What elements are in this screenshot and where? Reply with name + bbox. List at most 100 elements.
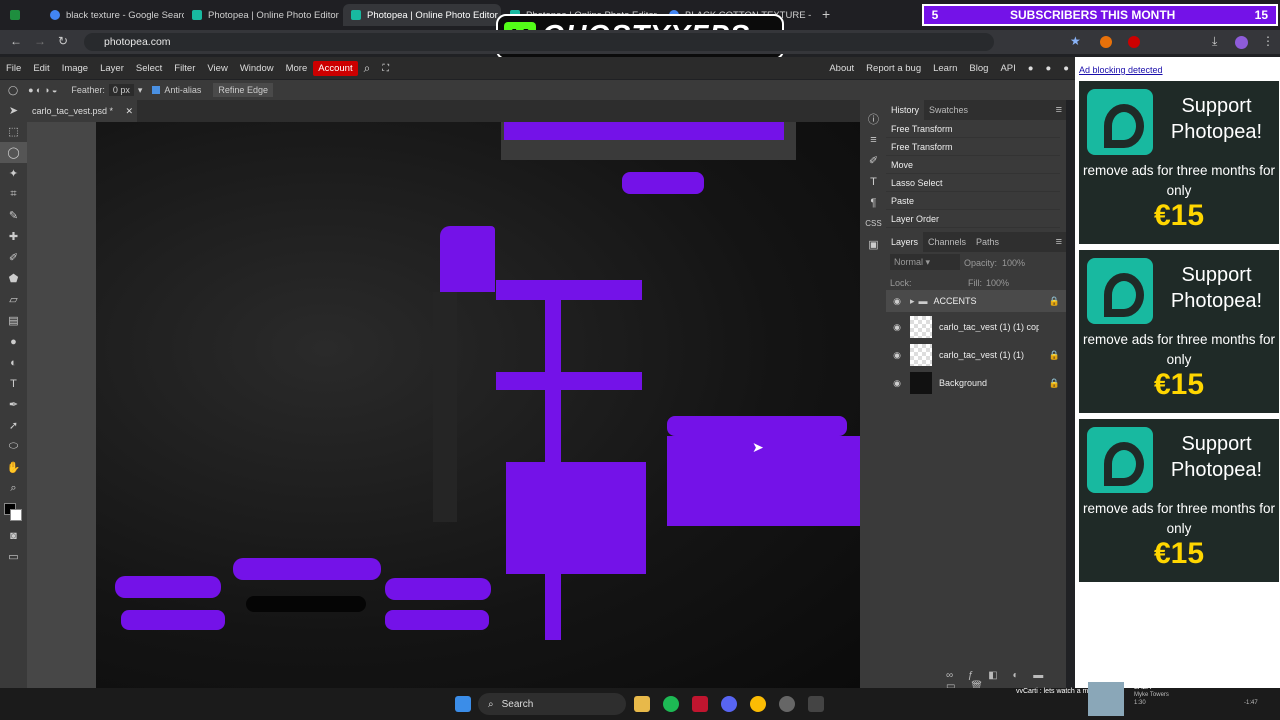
menu-layer[interactable]: Layer [94, 63, 130, 74]
layer-row[interactable]: ◉ ▸ ▬ ACCENTS 🔒 [886, 290, 1066, 312]
blur-icon[interactable]: ● [0, 331, 27, 352]
stamp-icon[interactable]: ⬟ [0, 268, 27, 289]
layer-row[interactable]: ◉ Background 🔒 [886, 369, 1066, 397]
chevron-down-icon[interactable]: ▾ [138, 85, 143, 96]
document-tab[interactable]: carlo_tac_vest.psd * ✕ [27, 100, 137, 122]
dodge-icon[interactable]: ◐ [0, 352, 27, 373]
menu-select[interactable]: Select [130, 63, 168, 74]
star-icon[interactable]: ★ [1070, 34, 1081, 48]
history-item[interactable]: Move [886, 156, 1060, 174]
ad-card[interactable]: Support Photopea! remove ads for three m… [1079, 81, 1279, 244]
paragraph-icon[interactable]: ¶ [860, 192, 887, 213]
facebook-icon[interactable]: ● [1057, 63, 1075, 74]
spotify-icon[interactable] [663, 696, 679, 712]
antialias-checkbox[interactable] [152, 86, 161, 94]
file-explorer-icon[interactable] [634, 696, 650, 712]
menu-edit[interactable]: Edit [27, 63, 55, 74]
link-api[interactable]: API [994, 63, 1021, 74]
link-blog[interactable]: Blog [963, 63, 994, 74]
url-field[interactable]: photopea.com [84, 33, 994, 51]
screen-mode-icon[interactable]: ▭ [0, 546, 27, 567]
windows-start-icon[interactable] [455, 696, 471, 712]
menu-view[interactable]: View [201, 63, 233, 74]
image-icon[interactable]: ▣ [860, 234, 887, 255]
obs-icon[interactable] [779, 696, 795, 712]
feather-input[interactable]: 0 px [108, 84, 134, 96]
hand-tool-icon[interactable]: ✋ [0, 457, 27, 478]
menu-filter[interactable]: Filter [168, 63, 201, 74]
close-icon[interactable]: ✕ [125, 106, 133, 117]
opacity-input[interactable]: 100% [1002, 258, 1025, 268]
avatar[interactable] [1235, 36, 1248, 49]
link-about[interactable]: About [823, 63, 860, 74]
selection-mode-icon[interactable]: ● ◐ ◑ ◒ [28, 85, 57, 95]
pen-tool-icon[interactable]: ✒ [0, 394, 27, 415]
tab-0[interactable] [2, 4, 42, 26]
refine-edge-button[interactable]: Refine Edge [213, 83, 273, 97]
brush-icon[interactable]: ✐ [0, 247, 27, 268]
account-button[interactable]: Account [313, 60, 358, 76]
color-swatches[interactable] [0, 499, 27, 525]
menu-file[interactable]: File [0, 63, 27, 74]
shape-tool-icon[interactable]: ⬭ [0, 436, 27, 457]
back-icon[interactable]: ← [10, 34, 22, 48]
quick-mask-icon[interactable]: ◙ [0, 525, 27, 546]
blend-mode-select[interactable]: Normal ▾ [890, 254, 960, 270]
ad-blocking-link[interactable]: Ad blocking detected [1079, 65, 1163, 75]
type-tool-icon[interactable]: T [0, 373, 27, 394]
history-item[interactable]: Lasso Select [886, 174, 1060, 192]
gradient-icon[interactable]: ▤ [0, 310, 27, 331]
extension-icon[interactable] [1100, 36, 1112, 48]
panel-menu-icon[interactable]: ≡ [1056, 104, 1062, 116]
eyedropper-icon[interactable]: ✎ [0, 205, 27, 226]
link-report-bug[interactable]: Report a bug [860, 63, 927, 74]
menu-image[interactable]: Image [56, 63, 94, 74]
css-icon[interactable]: CSS [860, 213, 887, 234]
tab-channels[interactable]: Channels [923, 232, 971, 252]
crop-tool-icon[interactable]: ⌗ [0, 184, 27, 205]
magic-wand-icon[interactable]: ✦ [0, 163, 27, 184]
zoom-tool-icon[interactable]: ⌕ [0, 478, 27, 499]
link-learn[interactable]: Learn [927, 63, 963, 74]
eraser-icon[interactable]: ▱ [0, 289, 27, 310]
app-icon[interactable] [808, 696, 824, 712]
reload-icon[interactable]: ↻ [58, 34, 68, 48]
extension-icon[interactable] [1128, 36, 1140, 48]
chevron-right-icon[interactable]: ▸ [910, 296, 915, 307]
layer-row[interactable]: ◉ carlo_tac_vest (1) (1) 🔒 [886, 341, 1066, 369]
tab-1[interactable]: black texture - Google Search✕ [42, 4, 184, 26]
ad-card[interactable]: Support Photopea! remove ads for three m… [1079, 419, 1279, 582]
tab-3[interactable]: Photopea | Online Photo Editor✕ [343, 4, 501, 26]
panel-menu-icon[interactable]: ≡ [1056, 236, 1062, 248]
move-tool-icon[interactable]: ➤ [0, 100, 27, 121]
marquee-tool-icon[interactable]: ⬚ [0, 121, 27, 142]
tab-2[interactable]: Photopea | Online Photo Editor✕ [184, 4, 342, 26]
menu-more[interactable]: More [280, 63, 314, 74]
history-item[interactable]: Free Transform [886, 120, 1060, 138]
tab-history[interactable]: History [886, 100, 925, 120]
taskbar-search[interactable]: ⌕ Search [478, 693, 626, 715]
tab-swatches[interactable]: Swatches [924, 100, 973, 120]
tab-paths[interactable]: Paths [971, 232, 1004, 252]
lasso-tool-icon[interactable]: ◯ [0, 142, 27, 163]
tab-layers[interactable]: Layers [886, 232, 924, 252]
eye-icon[interactable]: ◉ [890, 350, 904, 361]
history-item[interactable]: Paste [886, 192, 1060, 210]
menu-window[interactable]: Window [234, 63, 280, 74]
history-item[interactable]: Free Transform [886, 138, 1060, 156]
healing-icon[interactable]: ✚ [0, 226, 27, 247]
twitter-icon[interactable]: ● [1040, 63, 1058, 74]
history-item[interactable]: Layer Order [886, 210, 1060, 228]
reddit-icon[interactable]: ● [1022, 63, 1040, 74]
character-icon[interactable]: T [860, 171, 887, 192]
new-tab-button[interactable]: + [822, 6, 830, 22]
close-icon[interactable]: ✕ [339, 10, 342, 21]
eye-icon[interactable]: ◉ [890, 296, 904, 307]
app-icon[interactable] [692, 696, 708, 712]
fill-input[interactable]: 100% [986, 278, 1009, 288]
image-canvas[interactable]: ➤ [96, 122, 860, 688]
download-icon[interactable]: ⤓ [1212, 34, 1217, 49]
lasso-icon[interactable]: ◯ [8, 85, 18, 96]
layer-row[interactable]: ◉ carlo_tac_vest (1) (1) copy [886, 313, 1066, 341]
forward-icon[interactable]: → [34, 34, 46, 48]
